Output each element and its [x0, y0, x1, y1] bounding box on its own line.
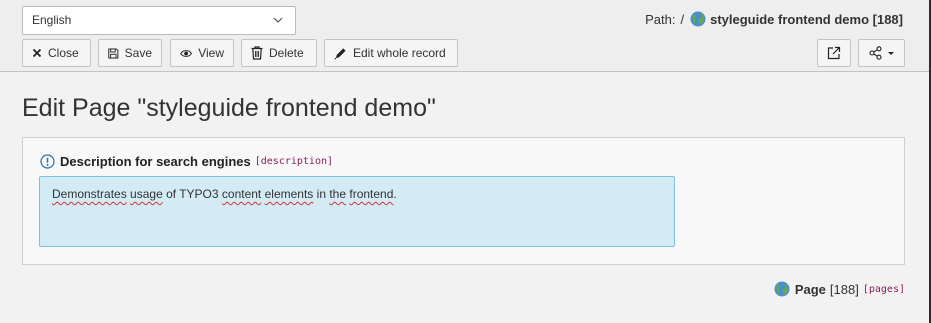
- globe-icon: [774, 281, 790, 297]
- close-button[interactable]: Close: [22, 39, 91, 67]
- view-button[interactable]: View: [170, 39, 234, 67]
- save-button-label: Save: [124, 46, 152, 60]
- info-icon[interactable]: [40, 154, 55, 169]
- delete-button-label: Delete: [269, 46, 304, 60]
- description-text: .: [393, 187, 397, 201]
- breadcrumb-page-id: [188]: [872, 11, 903, 27]
- field-column-name: [description]: [254, 156, 334, 167]
- external-link-icon: [827, 46, 841, 60]
- path-label: Path:: [645, 11, 676, 27]
- description-textarea[interactable]: Demonstrates usage of TYPO3 content elem…: [39, 176, 675, 247]
- close-button-label: Close: [48, 46, 79, 60]
- record-type: Page: [794, 281, 826, 297]
- description-word: content: [221, 187, 262, 201]
- share-dropdown-button[interactable]: [858, 39, 905, 67]
- breadcrumb-page-title[interactable]: styleguide frontend demo [188]: [710, 12, 903, 27]
- edit-whole-record-button[interactable]: Edit whole record: [324, 39, 458, 67]
- language-select-value: English: [32, 13, 72, 27]
- description-word: Demonstrates: [52, 187, 127, 201]
- description-text: in: [313, 187, 330, 201]
- open-in-new-window-button[interactable]: [817, 39, 851, 67]
- field-label: Description for search engines [descript…: [40, 154, 333, 169]
- trash-icon: [251, 46, 263, 60]
- save-button[interactable]: Save: [98, 39, 162, 67]
- globe-icon: [690, 11, 706, 27]
- path-separator: /: [680, 11, 685, 27]
- view-button-label: View: [198, 46, 224, 60]
- record-info: Page [188] [pages]: [774, 281, 905, 297]
- eye-icon: [180, 49, 193, 57]
- description-word: the: [329, 187, 347, 201]
- save-icon: [108, 47, 119, 59]
- language-select[interactable]: English: [22, 6, 296, 35]
- description-text: of TYPO3: [162, 187, 222, 201]
- description-word: usage: [130, 187, 163, 201]
- close-icon: [32, 48, 42, 58]
- chevron-down-icon: [273, 17, 283, 23]
- docheader: English Path: / styleguide frontend demo…: [0, 0, 929, 72]
- record-id: [188]: [829, 281, 859, 297]
- description-word: elements: [264, 187, 314, 201]
- share-icon: [868, 46, 894, 60]
- field-label-text: Description for search engines: [60, 154, 251, 169]
- record-table: [pages]: [862, 283, 905, 295]
- breadcrumb: Path: / styleguide frontend demo [188]: [645, 11, 903, 27]
- page-title: Edit Page "styleguide frontend demo": [22, 94, 436, 122]
- delete-button[interactable]: Delete: [241, 39, 317, 67]
- description-word: frontend: [349, 187, 394, 201]
- pencil-icon: [334, 47, 346, 60]
- breadcrumb-page-name: styleguide frontend demo: [710, 11, 870, 27]
- edit-whole-record-label: Edit whole record: [353, 46, 446, 60]
- form-panel: Description for search engines [descript…: [22, 137, 905, 265]
